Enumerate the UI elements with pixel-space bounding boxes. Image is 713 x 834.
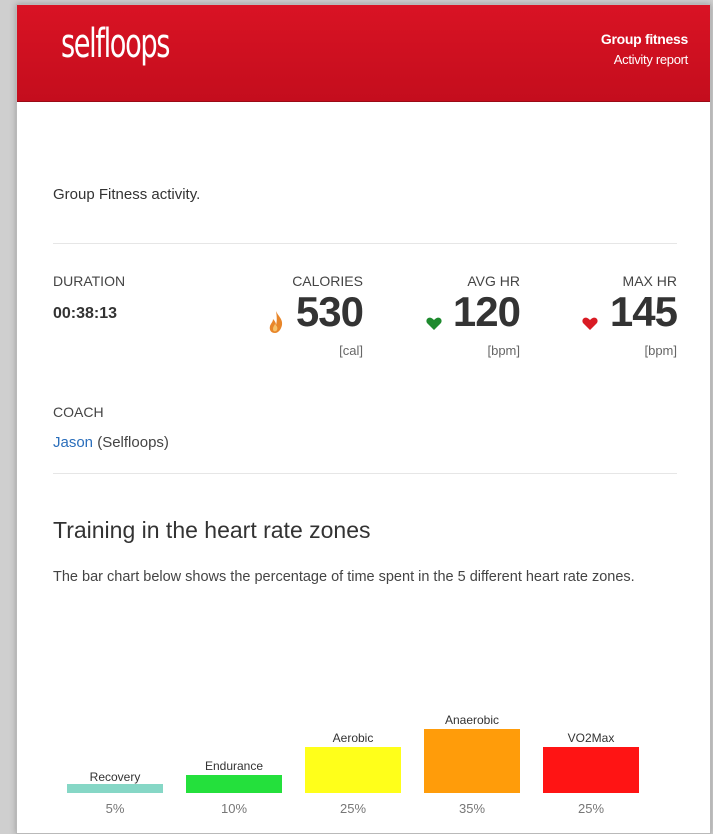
calories-label: CALORIES (292, 273, 363, 289)
coach-info: Jason (Selfloops) (53, 434, 169, 451)
zone-bar-aerobic (305, 747, 401, 793)
header-subtitle: Activity report (613, 52, 689, 67)
activity-report-card: selfloops Group fitness Activity report … (16, 4, 711, 834)
zone-label: Anaerobic (444, 713, 500, 727)
zone-bar-anaerobic (424, 729, 520, 793)
report-header: selfloops Group fitness Activity report (17, 5, 710, 102)
coach-label: COACH (53, 404, 104, 420)
zone-label: Aerobic (332, 731, 374, 746)
zone-percent: 35% (458, 801, 486, 816)
header-title: Group fitness (600, 31, 688, 47)
zone-percent: 5% (105, 801, 125, 816)
zone-percent: 10% (220, 801, 248, 816)
section-title: Training in the heart rate zones (53, 517, 371, 543)
coach-name-link[interactable]: Jason (53, 434, 93, 451)
divider (53, 243, 677, 244)
zone-bar-recovery (67, 783, 163, 793)
section-description: The bar chart below shows the percentage… (53, 569, 635, 585)
selfloops-logo[interactable]: selfloops (61, 21, 170, 67)
zone-bar-endurance (186, 774, 282, 793)
zone-bar-vo2max (543, 747, 639, 793)
avg-hr-label: AVG HR (467, 273, 520, 289)
intro-text: Group Fitness activity. (53, 186, 201, 203)
max-hr-unit: [bpm] (644, 343, 677, 358)
header-titles: Group fitness Activity report (601, 31, 688, 67)
max-hr-value: 145 (609, 288, 678, 335)
zone-label: Endurance (204, 758, 264, 773)
duration-value: 00:38:13 (53, 305, 118, 322)
calories-value: 530 (295, 288, 364, 335)
duration-label: DURATION (53, 273, 126, 289)
divider (53, 473, 677, 474)
calories-unit: [cal] (339, 343, 363, 358)
zone-label: VO2Max (567, 731, 615, 746)
avg-hr-value: 120 (452, 288, 521, 335)
zone-label: Recovery (89, 769, 141, 784)
max-hr-label: MAX HR (622, 273, 677, 289)
coach-org: (Selfloops) (97, 434, 169, 451)
avg-hr-unit: [bpm] (487, 343, 520, 358)
zone-percent: 25% (339, 801, 367, 816)
zone-percent: 25% (577, 801, 605, 816)
